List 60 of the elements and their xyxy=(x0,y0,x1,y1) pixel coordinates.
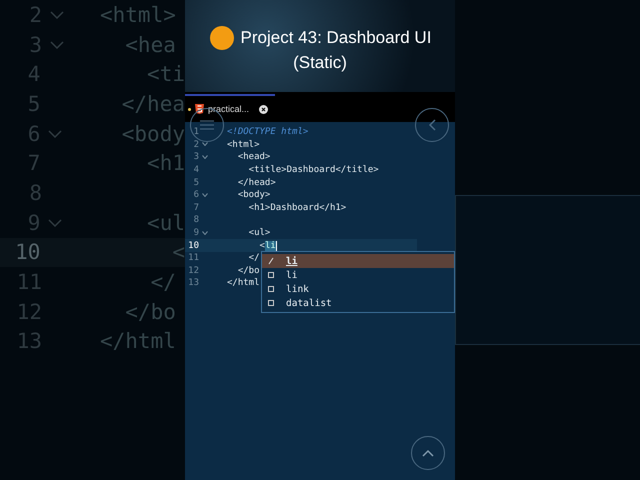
code-line: <html> xyxy=(227,140,260,150)
code-line: <h1 xyxy=(146,151,185,176)
chevron-up-icon xyxy=(422,449,434,457)
code-line: <!DOCTYPE html> xyxy=(227,127,308,138)
suggestion-item[interactable]: li xyxy=(262,254,454,268)
line-number: 4 xyxy=(192,165,199,176)
code-line: <body xyxy=(120,122,185,146)
line-number: 8 xyxy=(192,215,199,226)
line-number: 13 xyxy=(187,278,199,288)
code-line: <body> xyxy=(236,190,270,200)
code-line: <ul> xyxy=(248,228,270,238)
code-line: <ul xyxy=(146,210,185,235)
fold-chevron-icon[interactable] xyxy=(202,192,208,197)
line-number: 3 xyxy=(192,152,199,162)
code-line: <html> xyxy=(100,2,176,27)
code-line: </ xyxy=(150,270,176,294)
back-button[interactable] xyxy=(415,108,449,142)
snippet-icon xyxy=(268,257,274,265)
fold-chevron-icon[interactable] xyxy=(202,154,208,159)
line-number: 6 xyxy=(192,190,199,200)
menu-icon xyxy=(200,120,214,130)
square-icon xyxy=(268,272,274,278)
square-icon xyxy=(268,286,274,292)
code-line: </head> xyxy=(236,178,276,188)
suggestion-item[interactable]: link xyxy=(262,282,454,296)
code-line: </ xyxy=(248,253,260,264)
tab-label: practical... xyxy=(208,104,250,114)
code-line: <ti xyxy=(146,62,185,86)
code-line: <h1>Dashboard</h1> xyxy=(248,202,346,213)
suggestion-item[interactable]: datalist xyxy=(262,296,454,310)
code-line: </hea xyxy=(120,92,185,116)
fold-chevron-icon[interactable] xyxy=(202,230,208,235)
line-number: 12 xyxy=(187,266,199,276)
title-line: Project 43: Dashboard UI xyxy=(240,27,432,49)
scroll-up-button[interactable] xyxy=(411,436,445,470)
code-line: <title>Dashboard</title> xyxy=(248,165,379,176)
line-number: 5 xyxy=(192,178,199,188)
code-line: </bo xyxy=(124,300,176,324)
suggestion-item[interactable]: li xyxy=(262,268,454,282)
code-line: <li xyxy=(258,240,277,251)
circle-emoji-icon xyxy=(208,25,235,51)
line-number: 7 xyxy=(192,202,199,213)
line-number: 9 xyxy=(192,228,199,238)
code-line: < xyxy=(171,240,185,264)
close-icon[interactable] xyxy=(259,104,268,114)
square-icon xyxy=(268,300,274,306)
line-number: 11 xyxy=(187,253,199,264)
code-line: </html xyxy=(227,278,260,288)
line-number: 10 xyxy=(14,240,40,264)
html5-file-icon xyxy=(195,104,204,114)
fold-chevron-icon[interactable] xyxy=(202,142,208,146)
code-line: <hea xyxy=(124,32,176,57)
code-line: </bo xyxy=(236,266,260,276)
chevron-left-icon xyxy=(428,119,436,131)
line-number: 1 xyxy=(192,127,199,138)
code-line: <head> xyxy=(236,152,270,162)
title-line: (Static) xyxy=(293,52,347,74)
line-number: 10 xyxy=(187,240,199,251)
code-line: </html xyxy=(100,329,176,354)
line-number: 2 xyxy=(192,140,199,150)
